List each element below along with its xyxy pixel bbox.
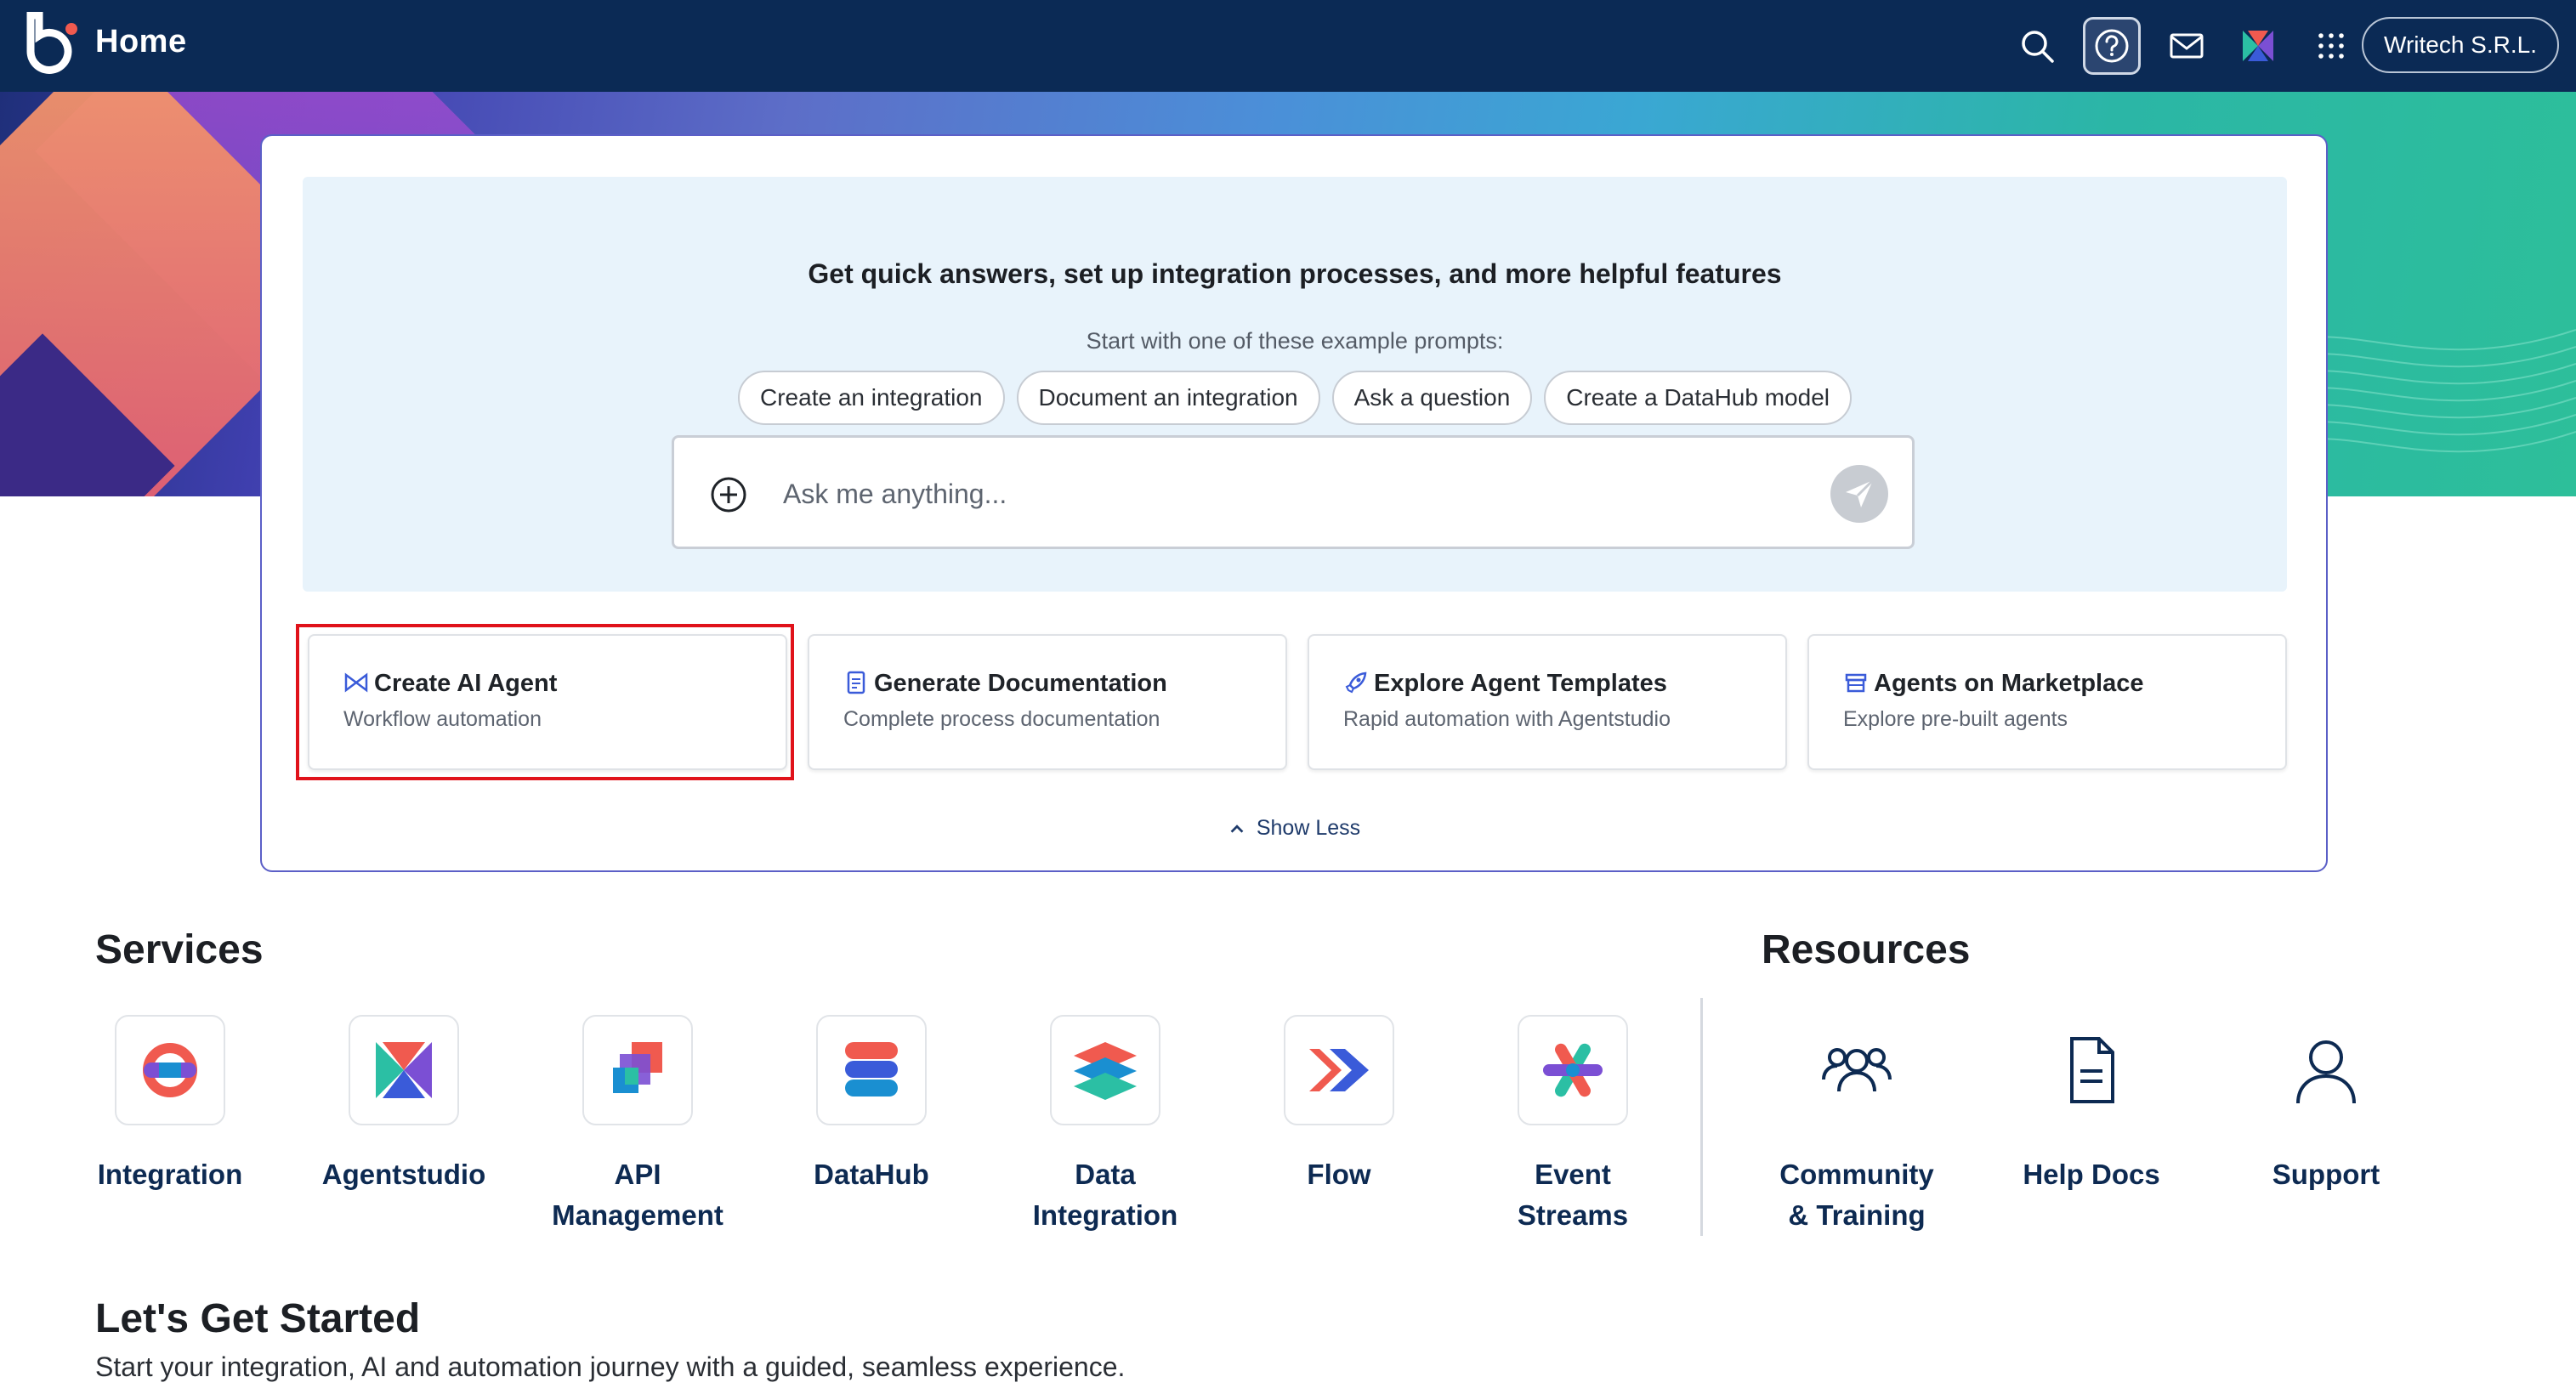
event-streams-icon — [1518, 1015, 1628, 1125]
prompt-headline: Get quick answers, set up integration pr… — [808, 258, 1782, 289]
show-less-toggle[interactable]: Show Less — [262, 816, 2326, 841]
service-agentstudio[interactable]: Agentstudio — [293, 1015, 514, 1195]
help-icon[interactable] — [2083, 17, 2141, 75]
prompt-chip[interactable]: Create a DataHub model — [1544, 371, 1852, 425]
service-label: Agentstudio — [321, 1159, 486, 1190]
service-label: Event Streams — [1517, 1159, 1629, 1231]
service-label: API Management — [552, 1159, 723, 1231]
document-icon — [847, 671, 865, 694]
integration-icon — [115, 1015, 225, 1125]
user-icon — [2271, 1015, 2381, 1125]
data-integration-icon — [1050, 1015, 1160, 1125]
service-api-management[interactable]: API Management — [527, 1015, 748, 1236]
agentstudio-icon — [349, 1015, 459, 1125]
prompt-chip[interactable]: Document an integration — [1016, 371, 1320, 425]
prompt-chip[interactable]: Ask a question — [1331, 371, 1533, 425]
resources-title: Resources — [1762, 927, 1971, 972]
action-subtitle: Rapid automation with Agentstudio — [1343, 707, 1671, 731]
resource-help-docs[interactable]: Help Docs — [1981, 1015, 2202, 1195]
action-title: Explore Agent Templates — [1374, 670, 1667, 697]
page-title: Home — [95, 24, 187, 60]
resource-label: Community & Training — [1779, 1159, 1934, 1231]
service-integration[interactable]: Integration — [60, 1015, 281, 1195]
selection-highlight — [296, 624, 794, 780]
services-title: Services — [95, 927, 264, 972]
action-agents-marketplace[interactable]: Agents on Marketplace Explore pre-built … — [1807, 634, 2287, 770]
document-icon — [2036, 1015, 2147, 1125]
service-label: Data Integration — [1032, 1159, 1178, 1231]
resource-label: Help Docs — [2023, 1159, 2160, 1190]
service-label: Integration — [97, 1159, 243, 1190]
prompt-panel: Get quick answers, set up integration pr… — [303, 177, 2287, 592]
action-generate-documentation[interactable]: Generate Documentation Complete process … — [808, 634, 1287, 770]
resource-community[interactable]: Community & Training — [1746, 1015, 1967, 1236]
service-event-streams[interactable]: Event Streams — [1462, 1015, 1683, 1236]
boomi-logo[interactable] — [26, 11, 80, 80]
service-datahub[interactable]: DataHub — [761, 1015, 982, 1195]
prompt-chip[interactable]: Create an integration — [738, 371, 1005, 425]
ask-input[interactable]: Ask me anything... — [672, 435, 1915, 549]
show-less-label: Show Less — [1256, 816, 1361, 840]
chevron-up-icon — [1230, 824, 1244, 833]
rocket-icon — [1345, 672, 1367, 694]
apps-grid-icon[interactable] — [2302, 17, 2360, 75]
search-icon[interactable] — [2008, 17, 2066, 75]
top-bar: Home Writech S.R.L. — [0, 0, 2576, 92]
mail-icon[interactable] — [2158, 17, 2216, 75]
resource-label: Support — [2272, 1159, 2380, 1190]
get-started-title: Let's Get Started — [95, 1296, 421, 1341]
service-data-integration[interactable]: Data Integration — [995, 1015, 1216, 1236]
app-root: Home Writech S.R.L. Get quick answers, s… — [0, 0, 2576, 1394]
store-icon — [1845, 673, 1867, 693]
action-title: Agents on Marketplace — [1874, 670, 2144, 697]
api-management-icon — [582, 1015, 693, 1125]
get-started-subtitle: Start your integration, AI and automatio… — [95, 1352, 1126, 1382]
resource-support[interactable]: Support — [2216, 1015, 2437, 1195]
ask-placeholder: Ask me anything... — [783, 479, 1007, 509]
action-explore-templates[interactable]: Explore Agent Templates Rapid automation… — [1308, 634, 1787, 770]
agentstudio-icon[interactable] — [2229, 17, 2287, 75]
service-flow[interactable]: Flow — [1228, 1015, 1450, 1195]
account-switcher[interactable]: Writech S.R.L. — [2362, 17, 2559, 73]
section-divider — [1700, 998, 1703, 1236]
action-subtitle: Explore pre-built agents — [1843, 707, 2068, 731]
action-title: Generate Documentation — [874, 670, 1167, 697]
send-button[interactable] — [1830, 465, 1888, 523]
ai-assistant-card: Get quick answers, set up integration pr… — [260, 134, 2328, 872]
flow-icon — [1284, 1015, 1394, 1125]
action-subtitle: Complete process documentation — [843, 707, 1160, 731]
send-icon — [1846, 479, 1875, 507]
datahub-icon — [816, 1015, 927, 1125]
service-label: DataHub — [814, 1159, 929, 1190]
service-label: Flow — [1307, 1159, 1371, 1190]
example-prompts: Create an integration Document an integr… — [303, 371, 2287, 425]
prompt-intro: Start with one of these example prompts: — [1086, 328, 1504, 354]
add-attachment-icon[interactable] — [708, 474, 749, 515]
people-icon — [1801, 1015, 1912, 1125]
